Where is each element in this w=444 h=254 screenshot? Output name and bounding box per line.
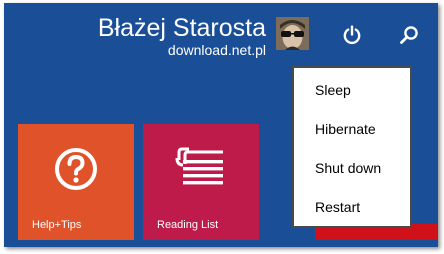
start-screen: Błażej Starosta download.net.pl Help+Tip… xyxy=(4,3,438,247)
menu-item-restart[interactable]: Restart xyxy=(294,192,410,222)
search-button[interactable] xyxy=(395,21,423,49)
power-menu: Sleep Hibernate Shut down Restart xyxy=(292,66,412,228)
search-icon xyxy=(400,26,418,44)
tile-reading-list[interactable]: Reading List xyxy=(143,124,259,240)
reading-list-icon xyxy=(175,147,223,185)
tile-help-tips[interactable]: Help+Tips xyxy=(18,124,134,240)
avatar[interactable] xyxy=(276,17,309,50)
menu-item-sleep[interactable]: Sleep xyxy=(294,75,410,105)
question-circle-icon xyxy=(55,148,97,190)
user-subtitle[interactable]: download.net.pl xyxy=(168,42,266,58)
user-name[interactable]: Błażej Starosta xyxy=(98,13,266,43)
tile-label: Help+Tips xyxy=(32,219,82,231)
menu-item-hibernate[interactable]: Hibernate xyxy=(294,114,410,144)
tile-label: Reading List xyxy=(157,219,219,231)
power-button[interactable] xyxy=(338,21,366,49)
power-icon xyxy=(343,25,361,45)
menu-item-shut-down[interactable]: Shut down xyxy=(294,153,410,183)
